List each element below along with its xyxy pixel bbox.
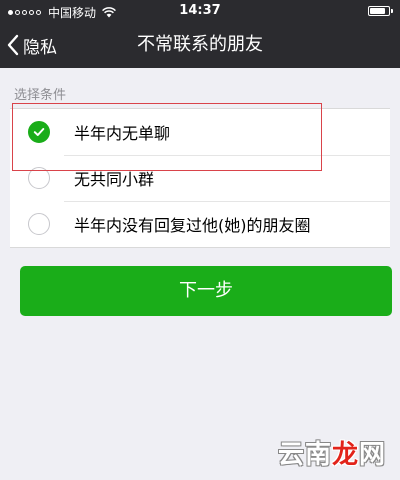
- watermark-accent: 龙: [331, 440, 359, 470]
- back-button[interactable]: 隐私: [6, 22, 57, 68]
- battery-icon: [368, 6, 393, 16]
- option-label: 半年内无单聊: [74, 124, 171, 143]
- status-bar: 中国移动 14:37: [0, 0, 400, 22]
- back-label: 隐私: [23, 37, 57, 58]
- option-no-common-group[interactable]: 无共同小群: [10, 155, 390, 201]
- section-header: 选择条件: [14, 88, 67, 103]
- screen: 中国移动 14:37 不常联系的朋友 隐私 选择条件 半年内无单聊 无共同小群 …: [0, 0, 400, 480]
- nav-bar: 不常联系的朋友 隐私: [0, 22, 400, 68]
- option-label: 无共同小群: [74, 170, 155, 189]
- check-icon: [33, 128, 45, 136]
- battery-level: [370, 8, 386, 14]
- next-button[interactable]: 下一步: [20, 266, 392, 316]
- radio-button[interactable]: [28, 213, 50, 235]
- page-title: 不常联系的朋友: [137, 34, 263, 55]
- option-label: 半年内没有回复过他(她)的朋友圈: [74, 216, 311, 235]
- chevron-left-icon: [7, 34, 19, 56]
- status-time: 14:37: [179, 3, 221, 18]
- watermark-logo: 云南龙网: [278, 434, 386, 471]
- option-no-moments-reply[interactable]: 半年内没有回复过他(她)的朋友圈: [10, 201, 390, 247]
- watermark-part: 云南: [277, 440, 332, 470]
- radio-button[interactable]: [28, 121, 50, 143]
- options-list: 半年内无单聊 无共同小群 半年内没有回复过他(她)的朋友圈: [10, 108, 390, 248]
- watermark-part: 网: [358, 440, 386, 470]
- option-no-private-chat[interactable]: 半年内无单聊: [10, 109, 390, 155]
- radio-button[interactable]: [28, 167, 50, 189]
